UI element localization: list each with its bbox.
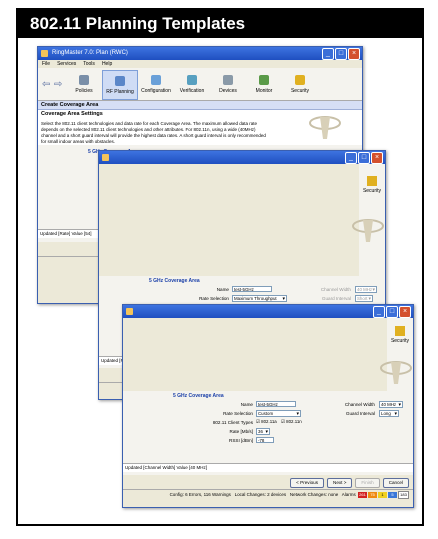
alarm-minor-count[interactable]: 1 [378,491,387,498]
rate-selection-label: Rate Selection [199,296,229,301]
toolbar-security[interactable]: Security [363,176,381,194]
channel-width-label: Channel Width [320,287,351,292]
configuration-icon [151,75,161,85]
maximize-button[interactable]: □ [358,152,370,164]
app-icon [126,308,133,315]
toolbar-devices[interactable]: Devices [210,70,246,100]
toolbar-security[interactable]: Security [391,326,409,344]
rf-planning-icon [115,76,125,86]
client-type-a-checkbox[interactable]: ☑ 802.11a [256,419,277,425]
rate-selection-dropdown[interactable]: Custom [256,410,301,417]
figure-title: 802.11 Planning Templates [18,10,422,38]
forward-arrow-icon[interactable]: ⇨ [54,79,66,100]
menu-file[interactable]: File [42,61,50,67]
form-panel: 5 GHz Coverage Area Name test-5GHz Rate … [123,391,413,475]
network-changes[interactable]: Network Changes: none [290,492,338,497]
form-title: 5 GHz Coverage Area [149,278,200,284]
trapeze-logo-icon [309,116,341,139]
guard-interval-label: Guard Interval [345,411,375,416]
guard-interval-dropdown[interactable]: Short [355,295,373,302]
menu-help[interactable]: Help [102,61,112,67]
menu-bar: File Services Tools Help [38,60,362,68]
alarms-label: Alarms [341,492,356,497]
cancel-button[interactable]: Cancel [382,478,409,488]
trapeze-logo-icon [352,219,384,242]
devices-icon [223,75,233,85]
minimize-button[interactable]: _ [373,306,385,318]
name-label: Name [216,287,229,292]
channel-width-dropdown[interactable]: 40 MHz [379,401,403,408]
close-button[interactable]: × [399,306,411,318]
maximize-button[interactable]: □ [386,306,398,318]
monitor-icon [259,75,269,85]
name-label: Name [240,402,253,407]
config-status[interactable]: Config: 6 Errors, 116 Warnings [170,492,231,497]
channel-width-label: Channel Width [344,402,375,407]
app-window-3: _ □ × Security 5 GHz Coverage Area Name te… [122,304,414,508]
toolbar-rf-planning[interactable]: RF Planning [102,70,138,100]
title-bar[interactable]: _ □ × [123,305,413,318]
toolbar-verification[interactable]: Verification [174,70,210,100]
figure-frame: 802.11 Planning Templates RingMaster 7.0… [16,8,424,526]
toolbar: ⇦ ⇨ Policies RF Planning Configuration V… [38,68,362,101]
guard-interval-dropdown[interactable]: Long [379,410,399,417]
name-field[interactable]: test-5GHz [256,401,296,407]
rate-dropdown[interactable]: 36 [256,428,270,435]
next-button[interactable]: Next > [327,478,353,488]
rate-selection-label: Rate Selection [223,411,253,416]
menu-services[interactable]: Services [57,61,76,67]
rssi-label: RSSI [dBm] [229,438,253,443]
section-title: Create Coverage Area [38,101,362,110]
minimize-button[interactable]: _ [345,152,357,164]
title-bar[interactable]: RingMaster 7.0: Plan (RWC) _ □ × [38,47,362,60]
back-arrow-icon[interactable]: ⇦ [42,79,54,100]
rate-selection-dropdown[interactable]: Maximum Throughput [232,295,287,302]
local-changes[interactable]: Local Changes: 2 devices [235,492,287,497]
client-types-label: 802.11 Client Types [212,420,253,425]
toolbar-security[interactable]: Security [282,70,318,100]
menu-tools[interactable]: Tools [83,61,95,67]
alarm-critical-count[interactable]: 261 [358,491,367,498]
security-icon [394,326,405,336]
close-button[interactable]: × [348,48,360,60]
security-icon [295,75,305,85]
status-message: Updated [Channel Width] Value [40 MHz] [123,463,413,472]
toolbar-monitor[interactable]: Monitor [246,70,282,100]
alarm-info-count[interactable]: 183 [398,490,409,499]
verification-icon [187,75,197,85]
security-icon [366,176,377,186]
name-field[interactable]: test-5GHz [232,286,272,292]
alarm-warning-count[interactable]: 5 [388,491,397,498]
close-button[interactable]: × [371,152,383,164]
app-icon [41,50,48,57]
guard-interval-label: Guard Interval [321,296,351,301]
window-title: RingMaster 7.0: Plan (RWC) [52,50,128,56]
rate-label: Rate [Mb/s] [229,429,254,434]
minimize-button[interactable]: _ [322,48,334,60]
channel-width-dropdown[interactable]: 40 MHz [355,286,377,293]
title-bar[interactable]: _ □ × [99,151,385,164]
maximize-button[interactable]: □ [335,48,347,60]
trapeze-logo-icon [380,361,412,384]
client-type-n-checkbox[interactable]: ☑ 802.11n [281,419,302,425]
alarm-major-count[interactable]: 75 [368,491,377,498]
finish-button[interactable]: Finish [355,478,380,488]
form-title: 5 GHz Coverage Area [173,393,224,399]
status-footer: Config: 6 Errors, 116 Warnings Local Cha… [123,489,413,499]
toolbar-configuration[interactable]: Configuration [138,70,174,100]
previous-button[interactable]: < Previous [290,478,325,488]
policies-icon [79,75,89,85]
app-icon [102,154,109,161]
rssi-spinner[interactable]: -78 [256,437,274,443]
toolbar-policies[interactable]: Policies [66,70,102,100]
